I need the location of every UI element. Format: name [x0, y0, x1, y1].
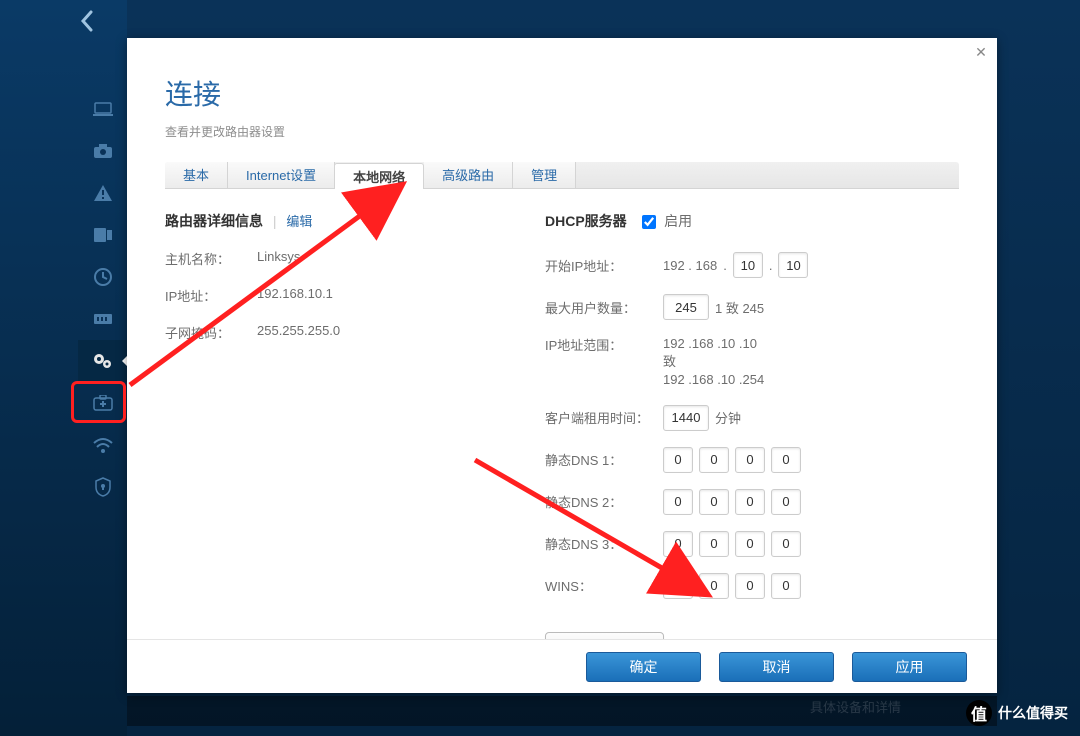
- dns1-d[interactable]: [771, 447, 801, 473]
- wins-label: WINS：: [545, 576, 663, 595]
- tab-internet[interactable]: Internet设置: [228, 162, 335, 188]
- router-info-heading: 路由器详细信息 | 编辑: [165, 211, 545, 231]
- lease-label: 客户端租用时间：: [545, 408, 663, 427]
- tab-adv-routing[interactable]: 高级路由: [424, 162, 513, 188]
- laptop-icon[interactable]: [78, 88, 127, 130]
- start-ip-prefix: 192 . 168: [663, 258, 717, 273]
- dns3-c[interactable]: [735, 531, 765, 557]
- page-subtitle: 查看并更改路由器设置: [165, 123, 959, 140]
- max-users-input[interactable]: [663, 294, 709, 320]
- faint-text: 具体设备和详情: [810, 697, 901, 716]
- page-title: 连接: [165, 73, 959, 113]
- dhcp-heading: DHCP服务器 启用: [545, 211, 959, 231]
- dhcp-enable-checkbox[interactable]: [642, 215, 656, 229]
- close-icon[interactable]: ✕: [973, 44, 989, 60]
- lease-input[interactable]: [663, 405, 709, 431]
- hostname-value: Linksys: [257, 249, 300, 268]
- edit-link[interactable]: 编辑: [286, 214, 312, 229]
- cancel-button[interactable]: 取消: [719, 652, 834, 682]
- dns2-b[interactable]: [699, 489, 729, 515]
- dns2-c[interactable]: [735, 489, 765, 515]
- range-sep: 致: [663, 353, 764, 371]
- watermark-icon: 值: [966, 700, 992, 726]
- dns2-a[interactable]: [663, 489, 693, 515]
- shield-icon[interactable]: [78, 466, 127, 508]
- wins-c[interactable]: [735, 573, 765, 599]
- back-button[interactable]: [80, 10, 94, 39]
- camera-icon[interactable]: [78, 130, 127, 172]
- dns1-label: 静态DNS 1：: [545, 450, 663, 469]
- sidebar: [0, 0, 127, 736]
- lease-unit: 分钟: [715, 408, 741, 427]
- dhcp-section: DHCP服务器 启用 开始IP地址： 192 . 168 . .: [545, 211, 959, 662]
- wins-d[interactable]: [771, 573, 801, 599]
- dhcp-enable-label: 启用: [664, 213, 692, 229]
- wins-b[interactable]: [699, 573, 729, 599]
- settings-panel: ✕ 连接 查看并更改路由器设置 基本 Internet设置 本地网络 高级路由 …: [127, 38, 997, 693]
- dns3-d[interactable]: [771, 531, 801, 557]
- router-info-section: 路由器详细信息 | 编辑 主机名称： Linksys IP地址： 192.168…: [165, 211, 545, 662]
- dns3-label: 静态DNS 3：: [545, 534, 663, 553]
- clock-icon[interactable]: [78, 256, 127, 298]
- sidebar-icon-strip: [78, 88, 127, 508]
- tab-admin[interactable]: 管理: [513, 162, 576, 188]
- mask-value: 255.255.255.0: [257, 323, 340, 342]
- start-ip-octet4[interactable]: [778, 252, 808, 278]
- dialog-footer: 确定 取消 应用: [127, 639, 997, 693]
- hostname-label: 主机名称：: [165, 249, 257, 268]
- range-label: IP地址范围：: [545, 335, 663, 354]
- start-ip-label: 开始IP地址：: [545, 256, 663, 275]
- ip-value: 192.168.10.1: [257, 286, 333, 305]
- tab-local-network[interactable]: 本地网络: [334, 163, 424, 189]
- apply-button[interactable]: 应用: [852, 652, 967, 682]
- dns2-d[interactable]: [771, 489, 801, 515]
- watermark: 值 什么值得买: [966, 700, 1068, 726]
- dhcp-heading-text: DHCP服务器: [545, 213, 627, 229]
- medkit-icon[interactable]: [78, 382, 127, 424]
- dns1-c[interactable]: [735, 447, 765, 473]
- ip-label: IP地址：: [165, 286, 257, 305]
- dns3-b[interactable]: [699, 531, 729, 557]
- wins-a[interactable]: [663, 573, 693, 599]
- mask-label: 子网掩码：: [165, 323, 257, 342]
- dns1-b[interactable]: [699, 447, 729, 473]
- gears-icon[interactable]: [78, 340, 127, 382]
- router-info-heading-text: 路由器详细信息: [165, 213, 263, 229]
- wifi-icon[interactable]: [78, 424, 127, 466]
- ok-button[interactable]: 确定: [586, 652, 701, 682]
- dns3-a[interactable]: [663, 531, 693, 557]
- media-icon[interactable]: [78, 214, 127, 256]
- tab-basic[interactable]: 基本: [165, 162, 228, 188]
- range-to: 192 .168 .10 .254: [663, 371, 764, 389]
- dns1-a[interactable]: [663, 447, 693, 473]
- max-users-label: 最大用户数量：: [545, 298, 663, 317]
- tabs: 基本 Internet设置 本地网络 高级路由 管理: [165, 162, 959, 189]
- range-from: 192 .168 .10 .10: [663, 335, 764, 353]
- eq-icon[interactable]: [78, 298, 127, 340]
- dns2-label: 静态DNS 2：: [545, 492, 663, 511]
- max-users-note: 1 致 245: [715, 298, 764, 317]
- watermark-text: 什么值得买: [998, 703, 1068, 723]
- start-ip-octet3[interactable]: [733, 252, 763, 278]
- warn-icon[interactable]: [78, 172, 127, 214]
